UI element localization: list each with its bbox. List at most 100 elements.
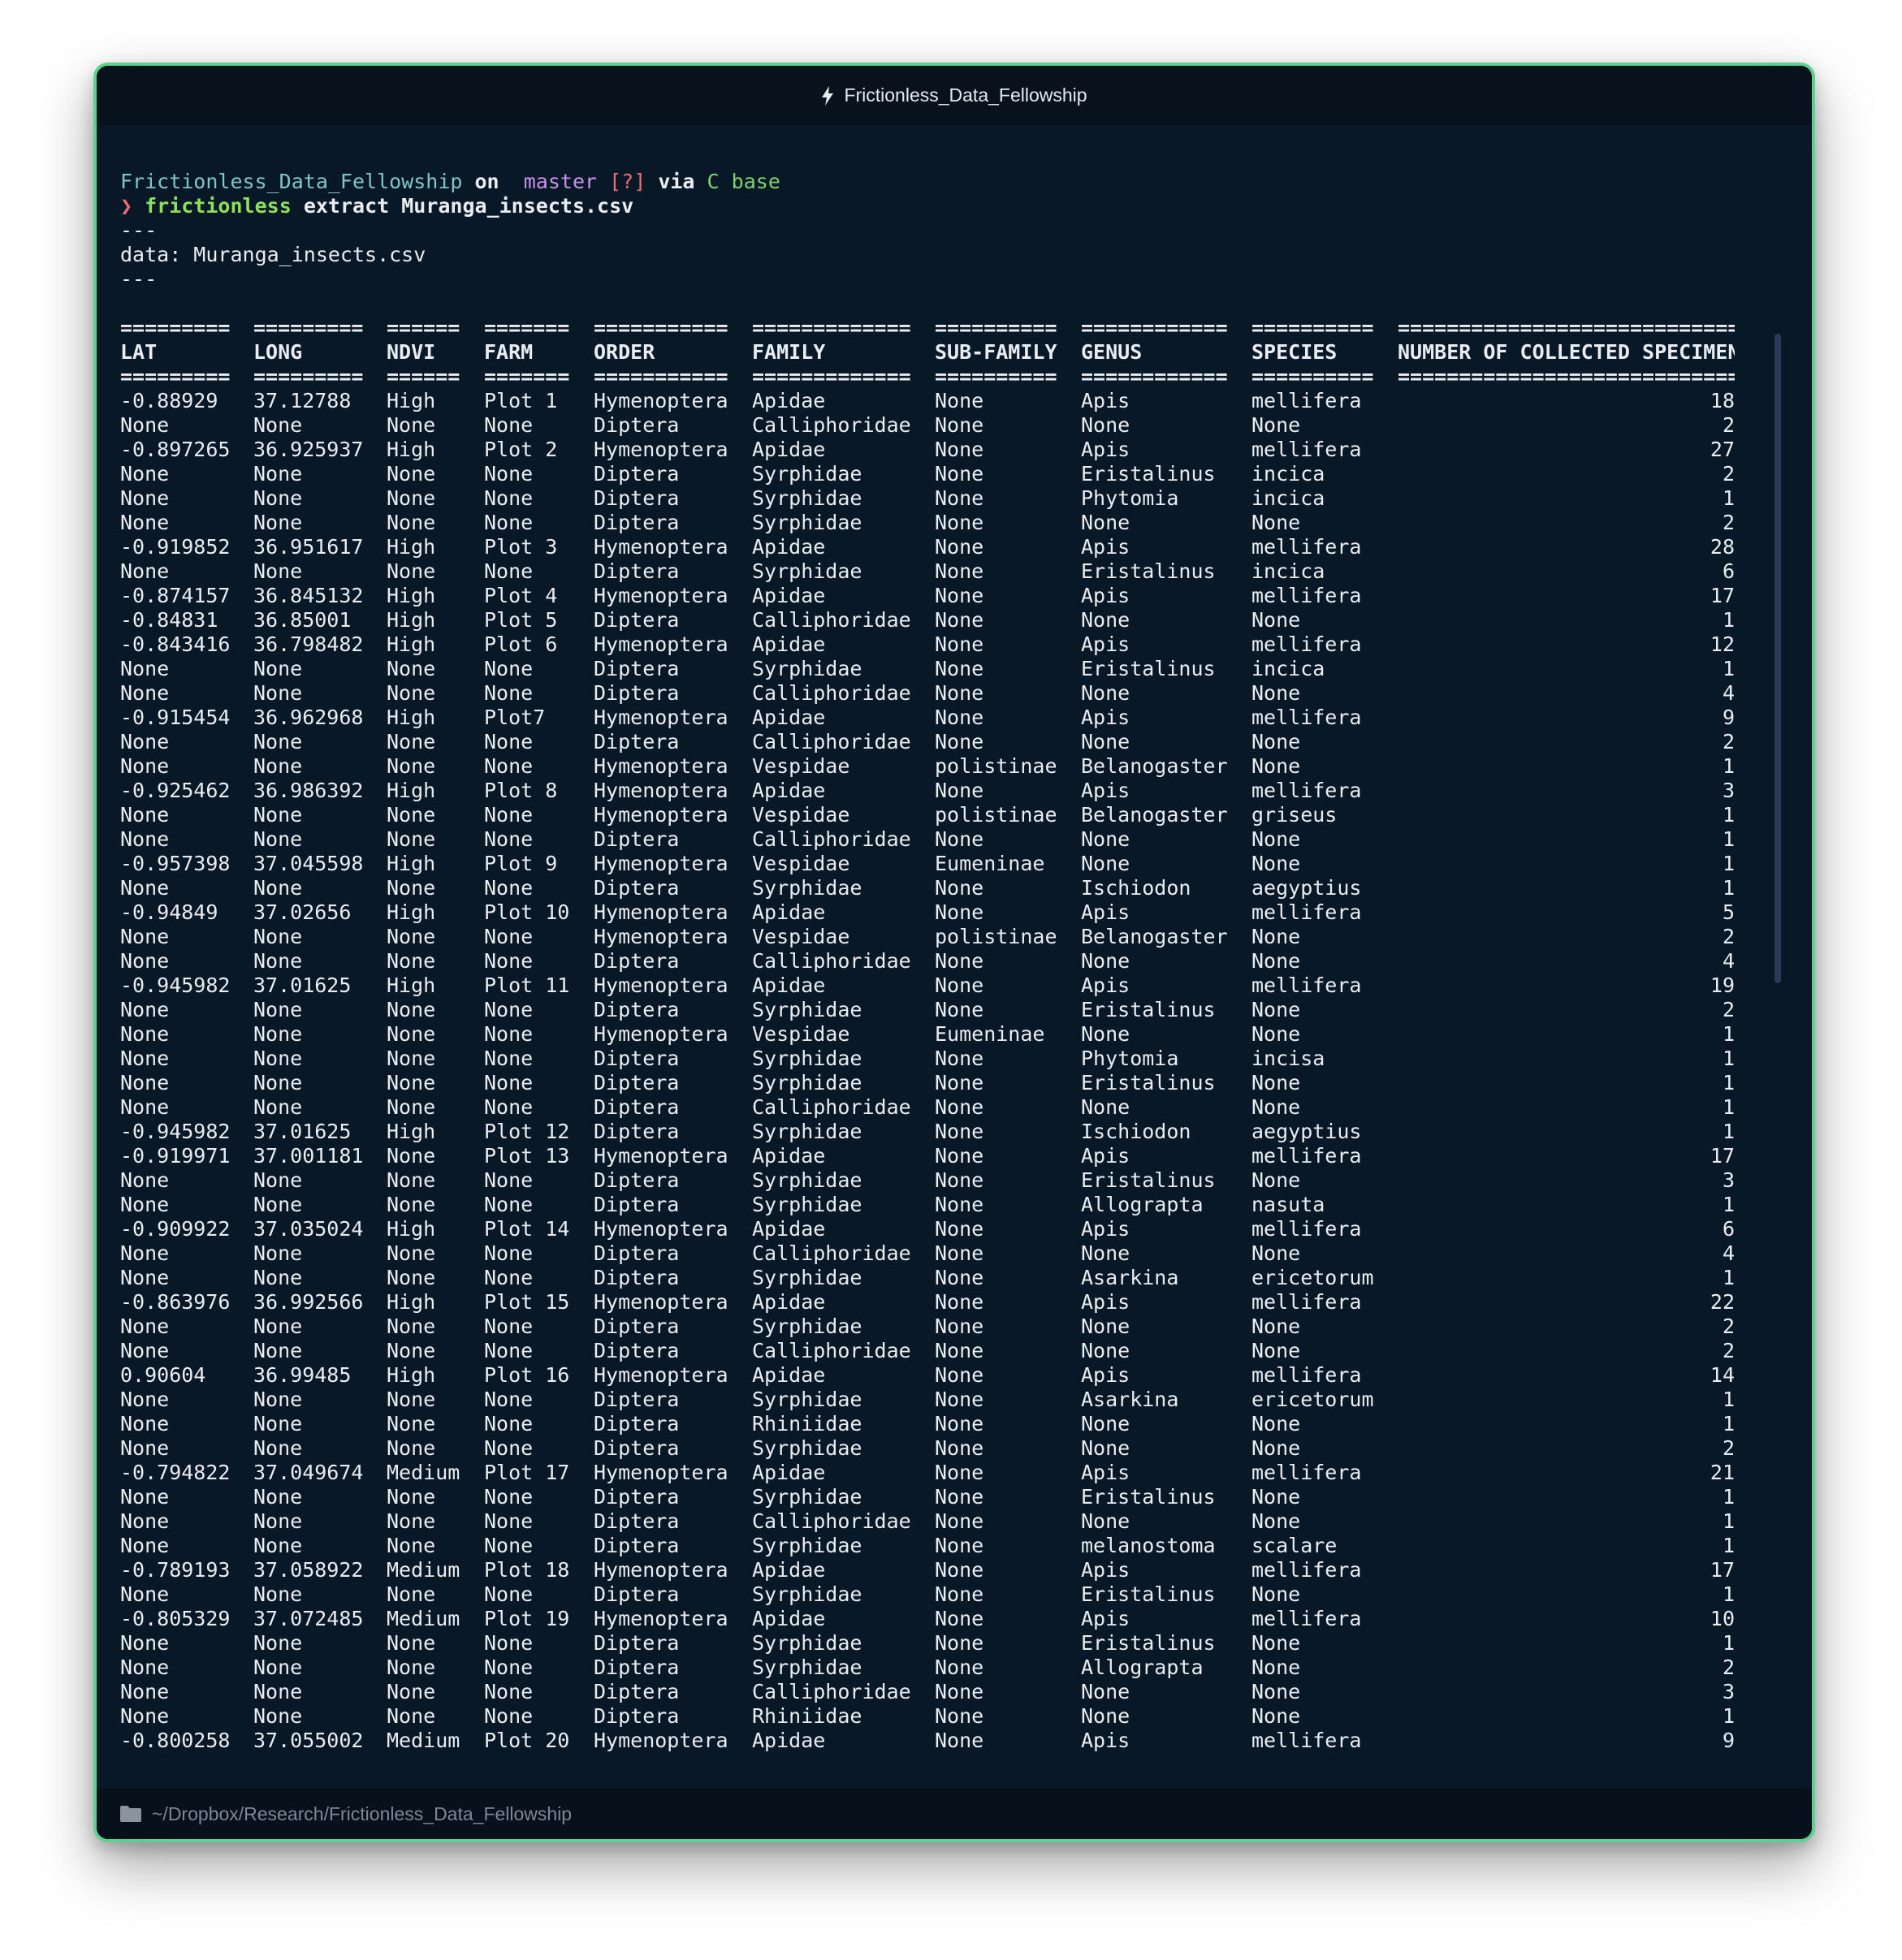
cell-lat: -0.925462 [120,779,231,802]
cell-sub-family: None [935,1582,984,1606]
cell-ndvi: None [387,413,436,437]
column-header-species: SPECIES [1251,340,1338,364]
cell-specimen-count: 6 [1722,559,1735,583]
cell-ndvi: None [387,1071,436,1094]
table-row: -0.805329 37.072485 Medium Plot 19 Hymenopte… [120,1607,1779,1631]
cell-lat: None [120,1436,170,1460]
cell-farm: None [484,1047,534,1070]
cell-specimen-count: 2 [1722,730,1735,753]
column-header-farm: FARM [484,340,534,364]
cell-long: None [253,1436,303,1460]
cell-farm: None [484,803,534,827]
table-row: None None None None Diptera Calliphoridae None… [120,827,1779,852]
cell-sub-family: None [935,1120,984,1143]
cell-genus: None [1081,511,1130,534]
cell-long: None [253,803,303,827]
cell-lat: None [120,413,170,437]
cell-farm: None [484,876,534,900]
cell-ndvi: High [387,1290,436,1314]
cell-farm: None [484,1095,534,1119]
cell-species: nasuta [1251,1193,1325,1216]
cell-long: None [253,511,303,534]
cell-order: Diptera [594,1168,680,1192]
cell-specimen-count: 1 [1722,657,1735,680]
column-header-sub-family: SUB-FAMILY [935,340,1057,364]
cell-specimen-count: 1 [1722,1095,1735,1119]
table-row: None None None None Diptera Calliphoridae None… [120,413,1779,438]
cell-genus: Ischiodon [1081,1120,1191,1143]
cell-species: mellifera [1251,1461,1362,1484]
cell-ndvi: None [387,1412,436,1435]
command-args: extract Muranga_insects.csv [303,194,634,218]
table-row: None None None None Diptera Calliphoridae None… [120,1509,1779,1534]
cell-farm: None [484,681,534,705]
cell-specimen-count: 1 [1722,754,1735,778]
cell-long: None [253,1339,303,1362]
cell-sub-family: None [935,974,984,997]
cell-long: None [253,1266,303,1289]
cell-family: Calliphoridae [752,730,911,753]
cell-lat: None [120,681,170,705]
cell-genus: Apis [1081,438,1130,461]
cell-sub-family: None [935,1534,984,1557]
separator: ========== [1251,316,1374,339]
cell-specimen-count: 2 [1722,998,1735,1021]
table-row: -0.88929 37.12788 High Plot 1 Hymenoptera Api… [120,389,1779,413]
table-row: None None None None Hymenoptera Vespidae polis… [120,803,1779,827]
cell-order: Diptera [594,1071,680,1094]
cell-family: Calliphoridae [752,1241,911,1265]
cell-order: Hymenoptera [594,1290,728,1314]
cell-family: Syrphidae [752,1656,862,1679]
cell-family: Syrphidae [752,657,862,680]
cell-species: None [1251,1656,1301,1679]
cell-lat: -0.874157 [120,584,231,607]
cell-order: Diptera [594,1339,680,1362]
cell-species: mellifera [1251,1290,1362,1314]
table-row: -0.909922 37.035024 High Plot 14 Hymenoptera… [120,1217,1779,1241]
table-row: None None None None Diptera Syrphidae None Asar… [120,1266,1779,1290]
cell-farm: Plot 9 [484,852,558,875]
cell-specimen-count: 1 [1722,1120,1735,1143]
separator: ========== [935,316,1057,339]
cell-specimen-count: 5 [1722,900,1735,924]
cell-species: mellifera [1251,1217,1362,1241]
cell-family: Apidae [752,1607,826,1630]
cell-order: Hymenoptera [594,852,728,875]
separator: ========== [935,365,1057,388]
cell-sub-family: None [935,1680,984,1703]
table-row: -0.919971 37.001181 None Plot 13 Hymenoptera… [120,1144,1779,1168]
title-bar[interactable]: Frictionless_Data_Fellowship [97,66,1812,125]
cell-species: None [1251,1412,1301,1435]
cell-species: None [1251,925,1301,948]
cell-sub-family: polistinae [935,925,1057,948]
cell-genus: Eristalinus [1081,1631,1216,1655]
cell-sub-family: None [935,1217,984,1241]
scrollbar[interactable] [1774,334,1781,983]
cell-species: mellifera [1251,584,1362,607]
cell-species: None [1251,1339,1301,1362]
cell-farm: None [484,559,534,583]
cell-lat: -0.957398 [120,852,231,875]
table-row: -0.84831 36.85001 High Plot 5 Diptera Calliph… [120,608,1779,632]
cell-species: ericetorum [1251,1388,1374,1411]
table-separator-top: ========= ========= ====== ======= =====… [120,316,1779,340]
cell-farm: None [484,730,534,753]
cell-family: Apidae [752,974,826,997]
cell-ndvi: None [387,1095,436,1119]
cell-family: Vespidae [752,925,850,948]
cell-family: Syrphidae [752,1485,862,1509]
table-row: -0.957398 37.045598 High Plot 9 Hymenoptera V… [120,852,1779,876]
terminal-content[interactable]: Frictionless_Data_Fellowship on master [… [120,170,1779,1766]
cell-genus: Apis [1081,1363,1130,1387]
cell-sub-family: Eumeninae [935,1022,1045,1046]
cell-order: Diptera [594,1656,680,1679]
cell-family: Apidae [752,1461,826,1484]
separator: ========= [120,316,231,339]
cell-order: Hymenoptera [594,974,728,997]
cell-order: Diptera [594,462,680,486]
separator: ========= [253,316,364,339]
separator: ======= [484,365,570,388]
cell-lat: None [120,925,170,948]
cell-lat: None [120,754,170,778]
table-row: 0.90604 36.99485 High Plot 16 Hymenoptera Api… [120,1363,1779,1388]
